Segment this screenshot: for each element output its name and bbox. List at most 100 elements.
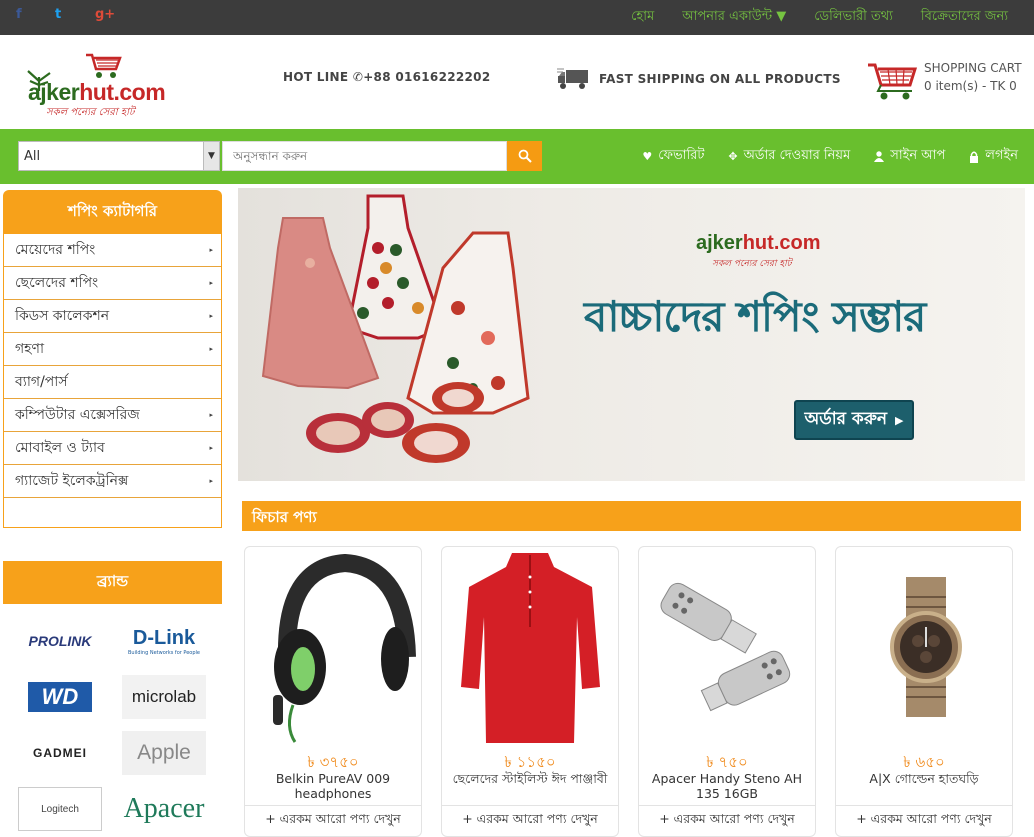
- category-item-boys[interactable]: ছেলেদের শপিং ▸: [4, 267, 221, 300]
- brand-gadmei[interactable]: GADMEI: [18, 731, 102, 775]
- order-rules-label: অর্ডার দেওয়ার নিয়ম: [743, 148, 851, 163]
- top-bar: f t g+ হোম আপনার একাউন্ট ▼ ডেলিভারী তথ্য…: [0, 0, 1034, 35]
- move-icon: ✥: [728, 150, 738, 163]
- product-name[interactable]: Apacer Handy Steno AH 135 16GB: [643, 771, 811, 801]
- hotline: HOT LINE ✆+88 01616222202: [283, 70, 491, 84]
- category-list: মেয়েদের শপিং ▸ ছেলেদের শপিং ▸ কিডস কালেকশ…: [3, 234, 222, 528]
- cart-summary: 0 item(s) - TK 0: [924, 79, 1017, 93]
- search-button[interactable]: [507, 141, 542, 171]
- brand-wd[interactable]: WD: [18, 675, 102, 719]
- product-card[interactable]: ৳ ১১৫০ ছেলেদের স্টাইলিস্ট ঈদ পাঞ্জাবী + …: [441, 546, 619, 837]
- see-more-button[interactable]: + এরকম আরো পণ্য দেখুন: [245, 805, 421, 831]
- brand-dlink[interactable]: D-Link Building Networks for People: [122, 619, 206, 663]
- category-item-computer[interactable]: কম্পিউটার এক্সেসরিজ ▸: [4, 399, 221, 432]
- brand-apacer-logo: Apacer: [123, 793, 205, 824]
- banner-logo-tagline: সকল পন্যের সেরা হাট: [712, 259, 792, 269]
- product-card[interactable]: ৳ ৬৫০ A|X গোল্ডেন হাতঘড়ি + এরকম আরো পণ্…: [835, 546, 1013, 837]
- category-item-kids[interactable]: কিডস কালেকশন ▸: [4, 300, 221, 333]
- brand-microlab-logo: microlab: [131, 687, 197, 706]
- product-name[interactable]: A|X গোল্ডেন হাতঘড়ি: [840, 771, 1008, 786]
- facebook-icon[interactable]: f: [16, 7, 22, 22]
- caret-right-icon: ▸: [209, 411, 213, 419]
- brand-microlab[interactable]: microlab: [122, 675, 206, 719]
- product-watch-image: [890, 577, 962, 717]
- brands-title: ব্র্যান্ড: [3, 561, 222, 604]
- chevron-down-icon[interactable]: ▼: [203, 142, 219, 170]
- login-link[interactable]: লগইন: [969, 146, 1018, 167]
- brand-prolink[interactable]: PROLINK: [18, 619, 102, 663]
- brand-gadmei-logo: GADMEI: [33, 746, 87, 760]
- user-icon: [874, 151, 885, 162]
- promo-banner[interactable]: ajkerhut.com সকল পন্যের সেরা হাট বাচ্চাদ…: [238, 188, 1025, 481]
- brand-prolink-logo: PROLINK: [28, 633, 92, 649]
- shipping-info: FAST SHIPPING ON ALL PRODUCTS: [557, 68, 841, 90]
- heart-icon: ♥: [642, 150, 653, 163]
- banner-logo-part2: hut.com: [742, 232, 821, 254]
- search-bar: All ▼ ♥ ফেভারিট ✥ অর্ডার দেওয়ার নিয়ম স…: [0, 129, 1034, 184]
- order-rules-link[interactable]: ✥ অর্ডার দেওয়ার নিয়ম: [728, 146, 850, 167]
- banner-logo: ajkerhut.com সকল পন্যের সেরা হাট: [696, 218, 836, 269]
- featured-title: ফিচার পণ্য: [242, 501, 1021, 531]
- category-selected: All: [24, 149, 41, 164]
- category-label: গ্যাজেট ইলেকট্রনিক্স: [15, 473, 129, 489]
- category-title: শপিং ক্যাটাগরি: [3, 190, 222, 234]
- nav-account[interactable]: আপনার একাউন্ট ▼: [668, 7, 800, 28]
- category-item-bags[interactable]: ব্যাগ/পার্স: [4, 366, 221, 399]
- see-more-button[interactable]: + এরকম আরো পণ্য দেখুন: [442, 805, 618, 831]
- login-label: লগইন: [985, 148, 1018, 163]
- banner-kids-clothes-image: [261, 194, 530, 463]
- category-item-mobile[interactable]: মোবাইল ও ট্যাব ▸: [4, 432, 221, 465]
- caret-right-icon: ▸: [209, 246, 213, 254]
- header: ajkerhut.com সকল পন্যের সেরা হাট HOT LIN…: [0, 35, 1034, 129]
- caret-right-icon: ▸: [209, 345, 213, 353]
- product-name[interactable]: Belkin PureAV 009 headphones: [249, 771, 417, 801]
- search-input[interactable]: [222, 141, 507, 171]
- product-headphones-image: [273, 553, 416, 743]
- category-item-gadget[interactable]: গ্যাজেট ইলেকট্রনিক্স ▸: [4, 465, 221, 498]
- shopping-cart[interactable]: SHOPPING CART 0 item(s) - TK 0: [866, 61, 1022, 101]
- category-item-jewelry[interactable]: গহণা ▸: [4, 333, 221, 366]
- brand-apple[interactable]: Apple: [122, 731, 206, 775]
- category-label: ব্যাগ/পার্স: [15, 374, 68, 390]
- logo-cart-icon: [86, 53, 122, 78]
- category-label: কিডস কালেকশন: [15, 308, 110, 324]
- caret-right-icon: ▸: [209, 477, 213, 485]
- order-now-button[interactable]: অর্ডার করুন ▶: [794, 400, 914, 440]
- logo-text-part2: hut.com: [79, 79, 166, 105]
- nav-home[interactable]: হোম: [617, 7, 668, 28]
- truck-icon: [557, 68, 588, 89]
- caret-right-icon: ▸: [209, 444, 213, 452]
- site-logo[interactable]: ajkerhut.com সকল পন্যের সেরা হাট: [22, 49, 172, 118]
- category-label: মেয়েদের শপিং: [15, 242, 96, 258]
- logo-tagline: সকল পন্যের সেরা হাট: [46, 107, 135, 118]
- banner-title: বাচ্চাদের শপিং সম্ভার: [584, 292, 926, 341]
- category-label: ছেলেদের শপিং: [15, 275, 99, 291]
- twitter-icon[interactable]: t: [55, 7, 61, 22]
- brand-logitech[interactable]: Logitech: [18, 787, 102, 831]
- product-name[interactable]: ছেলেদের স্টাইলিস্ট ঈদ পাঞ্জাবী: [446, 771, 614, 786]
- brand-apacer[interactable]: Apacer: [122, 787, 206, 831]
- category-item-girls[interactable]: মেয়েদের শপিং ▸: [4, 234, 221, 267]
- see-more-button[interactable]: + এরকম আরো পণ্য দেখুন: [836, 805, 1012, 831]
- banner-logo-part1: ajker: [696, 232, 743, 254]
- order-now-label: অর্ডার করুন: [804, 409, 888, 429]
- favorite-link[interactable]: ♥ ফেভারিট: [642, 146, 704, 167]
- brand-wd-logo: WD: [27, 682, 93, 712]
- shipping-text: FAST SHIPPING ON ALL PRODUCTS: [599, 72, 841, 86]
- brand-dlink-logo: D-Link: [132, 626, 196, 649]
- google-plus-icon[interactable]: g+: [95, 7, 115, 22]
- logo-text: ajkerhut.com: [28, 79, 166, 106]
- cart-title: SHOPPING CART: [924, 61, 1022, 75]
- category-select[interactable]: All ▼: [18, 141, 220, 171]
- signup-label: সাইন আপ: [890, 148, 946, 163]
- nav-delivery-info[interactable]: ডেলিভারী তথ্য: [800, 7, 907, 28]
- top-nav: হোম আপনার একাউন্ট ▼ ডেলিভারী তথ্য বিক্রে…: [617, 0, 1022, 35]
- product-card[interactable]: ৳ ৩৭৫০ Belkin PureAV 009 headphones + এর…: [244, 546, 422, 837]
- user-nav: ♥ ফেভারিট ✥ অর্ডার দেওয়ার নিয়ম সাইন আপ…: [642, 129, 1018, 184]
- signup-link[interactable]: সাইন আপ: [874, 146, 945, 167]
- product-card[interactable]: ৳ ৭৫০ Apacer Handy Steno AH 135 16GB + এ…: [638, 546, 816, 837]
- caret-right-icon: ▸: [209, 279, 213, 287]
- nav-sellers[interactable]: বিক্রেতাদের জন্য: [907, 7, 1022, 28]
- lock-icon: [970, 151, 979, 163]
- see-more-button[interactable]: + এরকম আরো পণ্য দেখুন: [639, 805, 815, 831]
